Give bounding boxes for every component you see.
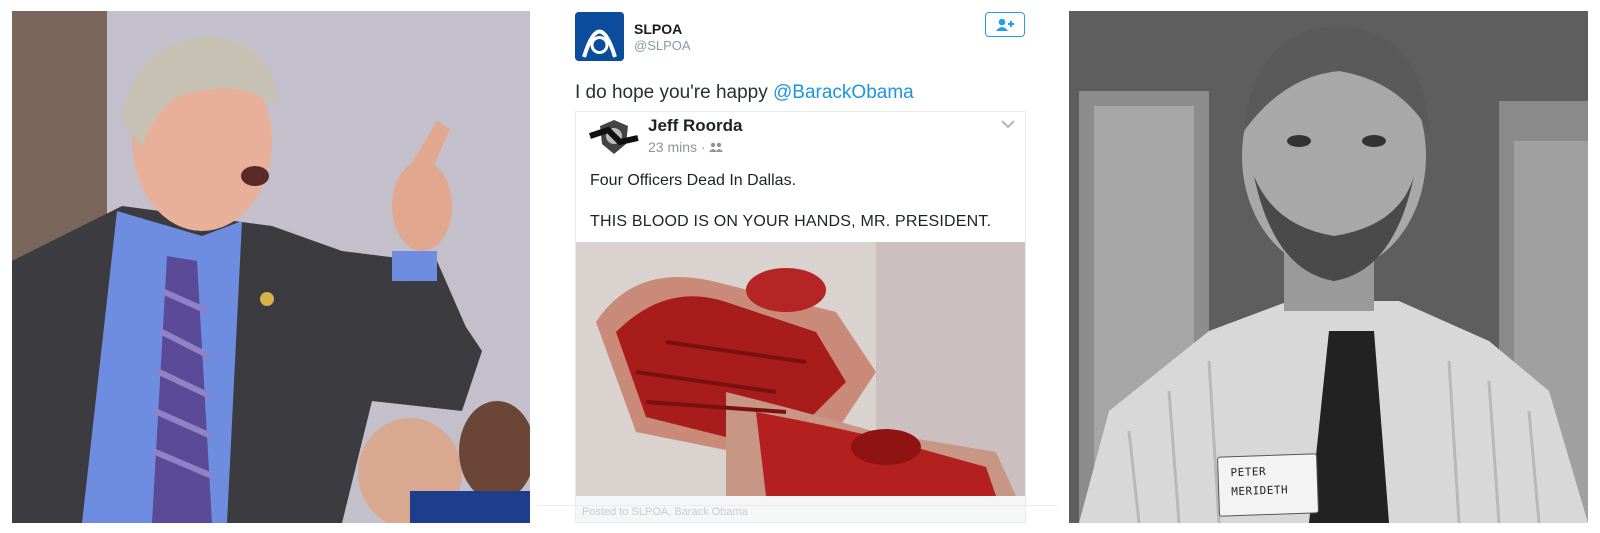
name-tag: PETER MERIDETH — [1216, 453, 1320, 517]
post-timestamp[interactable]: 23 mins · — [648, 139, 709, 155]
tweet-text: I do hope you're happy @BarackObama — [575, 82, 914, 104]
bloody-hands-illustration — [576, 242, 1025, 496]
post-meta: 23 mins · — [648, 139, 724, 155]
chevron-down-icon — [1001, 120, 1015, 129]
name-tag-text: PETER MERIDETH — [1230, 461, 1311, 502]
man-pointing-photo — [12, 11, 530, 523]
badge-icon — [588, 114, 640, 159]
bearded-man-photo — [1069, 11, 1588, 523]
bloody-hands-image — [576, 242, 1025, 496]
post-author-name[interactable]: Jeff Roorda — [648, 116, 742, 136]
right-photo — [1069, 11, 1588, 523]
embedded-facebook-post: Jeff Roorda 23 mins · Four Officers Dead… — [575, 111, 1026, 523]
post-text-line2: THIS BLOOD IS ON YOUR HANDS, MR. PRESIDE… — [590, 213, 992, 230]
post-text-line1: Four Officers Dead In Dallas. — [590, 172, 797, 189]
left-photo — [12, 11, 530, 523]
friends-icon — [709, 142, 724, 152]
post-footer-text: Posted to SLPOA, Barack Obama — [582, 506, 748, 518]
arch-logo-icon — [575, 12, 624, 61]
add-user-icon — [996, 18, 1014, 31]
name-tag-last: MERIDETH — [1230, 483, 1289, 499]
police-badge-avatar[interactable] — [588, 114, 640, 159]
mention-link[interactable]: @BarackObama — [773, 82, 914, 103]
tweet-display-name[interactable]: SLPOA — [634, 21, 682, 37]
post-menu-button[interactable] — [1000, 116, 1016, 134]
tweet-text-body: I do hope you're happy — [575, 82, 773, 103]
post-footer: Posted to SLPOA, Barack Obama — [576, 496, 1025, 522]
tweet-divider — [537, 505, 1057, 506]
tweet-handle[interactable]: @SLPOA — [634, 38, 691, 53]
slpoa-avatar[interactable] — [575, 12, 624, 61]
tweet-screenshot: SLPOA @SLPOA I do hope you're happy @Bar… — [537, 0, 1057, 533]
follow-button[interactable] — [985, 12, 1025, 37]
